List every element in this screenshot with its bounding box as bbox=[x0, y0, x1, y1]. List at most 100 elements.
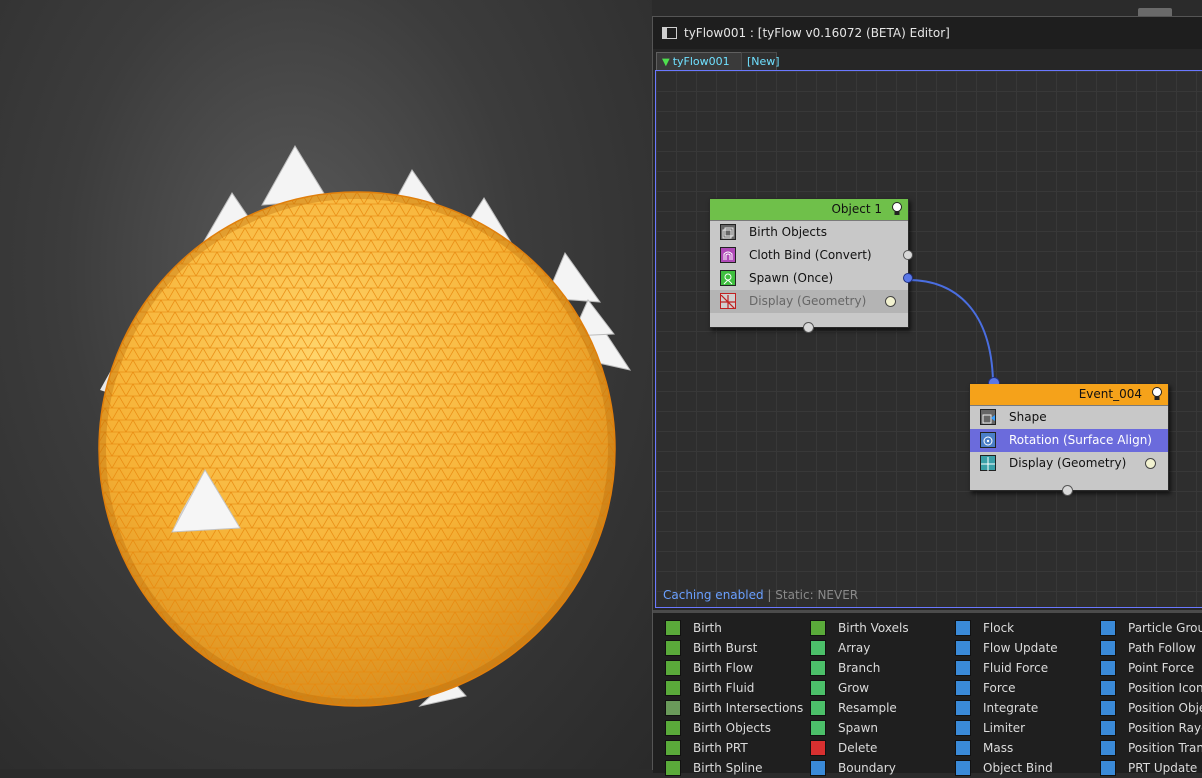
caching-status[interactable]: Caching enabled bbox=[663, 588, 764, 602]
operator-label: Display (Geometry) bbox=[1009, 456, 1127, 470]
down-arrow-icon: ▼ bbox=[662, 57, 670, 68]
depot-item-label: Flow Update bbox=[983, 641, 1058, 655]
operator-icon bbox=[1100, 760, 1116, 776]
operator-icon bbox=[1100, 620, 1116, 636]
depot-item-label: Birth Flow bbox=[693, 661, 754, 675]
operator-icon bbox=[810, 700, 826, 716]
display-color-dot[interactable] bbox=[1145, 458, 1156, 469]
node-title: Object 1 bbox=[831, 202, 882, 216]
node-title: Event_004 bbox=[1078, 387, 1142, 401]
operator-label: Birth Objects bbox=[749, 225, 827, 239]
tab-tyflow001[interactable]: ▼ tyFlow001 bbox=[656, 52, 742, 71]
operator-icon bbox=[665, 740, 681, 756]
depot-item-label: Birth Burst bbox=[693, 641, 758, 655]
depot-item-label: Position Object bbox=[1128, 701, 1202, 715]
depot-item-label: Birth Fluid bbox=[693, 681, 755, 695]
depot-item-label: Array bbox=[838, 641, 871, 655]
shape-icon bbox=[980, 409, 996, 425]
depot-item-label: Position Icon bbox=[1128, 681, 1202, 695]
operator-icon bbox=[810, 620, 826, 636]
operator-icon bbox=[1100, 740, 1116, 756]
cloth-bind-icon bbox=[720, 247, 736, 263]
operator-display-geometry[interactable]: Display (Geometry) bbox=[970, 452, 1168, 475]
operator-spawn[interactable]: Spawn (Once) bbox=[710, 267, 913, 290]
output-port[interactable] bbox=[903, 250, 913, 260]
operator-label: Cloth Bind (Convert) bbox=[749, 248, 872, 262]
depot-item-label: Mass bbox=[983, 741, 1014, 755]
sphere[interactable] bbox=[90, 180, 630, 720]
operator-icon bbox=[1100, 640, 1116, 656]
depot-item-label: Limiter bbox=[983, 721, 1026, 735]
static-status: | Static: NEVER bbox=[763, 588, 859, 602]
depot-item-label: Branch bbox=[838, 661, 881, 675]
depot-item-label: Resample bbox=[838, 701, 897, 715]
operator-icon bbox=[665, 700, 681, 716]
viewport[interactable] bbox=[0, 0, 652, 769]
depot-item-label: Force bbox=[983, 681, 1016, 695]
depot-item-label: Birth Spline bbox=[693, 761, 763, 775]
title-bar[interactable]: tyFlow001 : [tyFlow v0.16072 (BETA) Edit… bbox=[653, 17, 1202, 49]
operator-label: Rotation (Surface Align) bbox=[1009, 433, 1152, 447]
depot-item-label: Birth bbox=[693, 621, 722, 635]
viewport-scene bbox=[90, 145, 632, 720]
operator-display-geometry-disabled[interactable]: Display (Geometry) bbox=[710, 290, 908, 313]
operator-icon bbox=[1100, 660, 1116, 676]
depot-item-label: Birth Voxels bbox=[838, 621, 909, 635]
depot-item-label: Position Raycast bbox=[1128, 721, 1202, 735]
node-output-port[interactable] bbox=[803, 322, 814, 333]
operator-icon bbox=[665, 640, 681, 656]
operator-shape[interactable]: Shape bbox=[970, 406, 1168, 429]
operator-label: Display (Geometry) bbox=[749, 294, 867, 308]
status-line: Caching enabled | Static: NEVER bbox=[663, 588, 858, 602]
depot-item-label: Integrate bbox=[983, 701, 1039, 715]
tab-label: [New] bbox=[747, 55, 780, 68]
operator-cloth-bind[interactable]: Cloth Bind (Convert) bbox=[710, 244, 913, 267]
flow-canvas[interactable]: Object 1 Birth Objects Cloth Bind (Conve… bbox=[655, 70, 1202, 608]
operator-birth-objects[interactable]: Birth Objects bbox=[710, 221, 908, 244]
operator-label: Spawn (Once) bbox=[749, 271, 834, 285]
depot-item-label: Path Follow bbox=[1128, 641, 1196, 655]
operator-label: Shape bbox=[1009, 410, 1047, 424]
operator-rotation-selected[interactable]: Rotation (Surface Align) bbox=[970, 429, 1168, 452]
display-icon bbox=[980, 455, 996, 471]
depot-item-label: Boundary bbox=[838, 761, 896, 775]
display-color-dot[interactable] bbox=[885, 296, 896, 307]
node-header[interactable]: Event_004 bbox=[970, 384, 1168, 406]
operator-icon bbox=[810, 740, 826, 756]
depot-item-label: Birth Objects bbox=[693, 721, 771, 735]
wire-layer bbox=[907, 279, 994, 382]
operator-icon bbox=[955, 740, 971, 756]
node-object-1[interactable]: Object 1 Birth Objects Cloth Bind (Conve… bbox=[709, 198, 913, 333]
node-event-004[interactable]: Event_004 Shape Rotation (Surface Align) bbox=[969, 377, 1169, 496]
rotation-icon bbox=[980, 432, 996, 448]
operator-icon bbox=[810, 760, 826, 776]
node-header[interactable]: Object 1 bbox=[710, 199, 908, 221]
lightbulb-icon[interactable] bbox=[891, 202, 903, 216]
output-port-connected[interactable] bbox=[903, 273, 913, 283]
depot-item-label: Point Force bbox=[1128, 661, 1195, 675]
operator-icon bbox=[810, 640, 826, 656]
operator-icon bbox=[810, 660, 826, 676]
depot-item-label: Flock bbox=[983, 621, 1015, 635]
lightbulb-icon[interactable] bbox=[1151, 387, 1163, 401]
operator-icon bbox=[665, 720, 681, 736]
display-disabled-icon bbox=[720, 293, 736, 310]
tab-label: tyFlow001 bbox=[672, 55, 730, 68]
node-output-port[interactable] bbox=[1062, 485, 1073, 496]
depot-item-label: Spawn bbox=[838, 721, 879, 735]
operator-icon bbox=[1100, 680, 1116, 696]
depot-item-label: Fluid Force bbox=[983, 661, 1049, 675]
operator-icon bbox=[665, 760, 681, 776]
connection-wire[interactable] bbox=[907, 279, 994, 382]
operator-icon bbox=[955, 660, 971, 676]
tyflow-editor-window: tyFlow001 : [tyFlow v0.16072 (BETA) Edit… bbox=[652, 16, 1202, 776]
tab-new[interactable]: [New] bbox=[741, 52, 780, 71]
depot-item-label: Particle Groups bbox=[1128, 621, 1202, 635]
depot-item-label: Grow bbox=[838, 681, 870, 695]
depot-item-label: Birth PRT bbox=[693, 741, 748, 755]
operator-depot: Birth Birth Burst Birth Flow Birth Fluid Bir… bbox=[653, 610, 1202, 776]
birth-objects-icon bbox=[720, 224, 736, 240]
flow-tabs: ▼ tyFlow001 [New] bbox=[653, 50, 1202, 71]
operator-icon bbox=[810, 680, 826, 696]
depot-item-label: Object Bind bbox=[983, 761, 1053, 775]
